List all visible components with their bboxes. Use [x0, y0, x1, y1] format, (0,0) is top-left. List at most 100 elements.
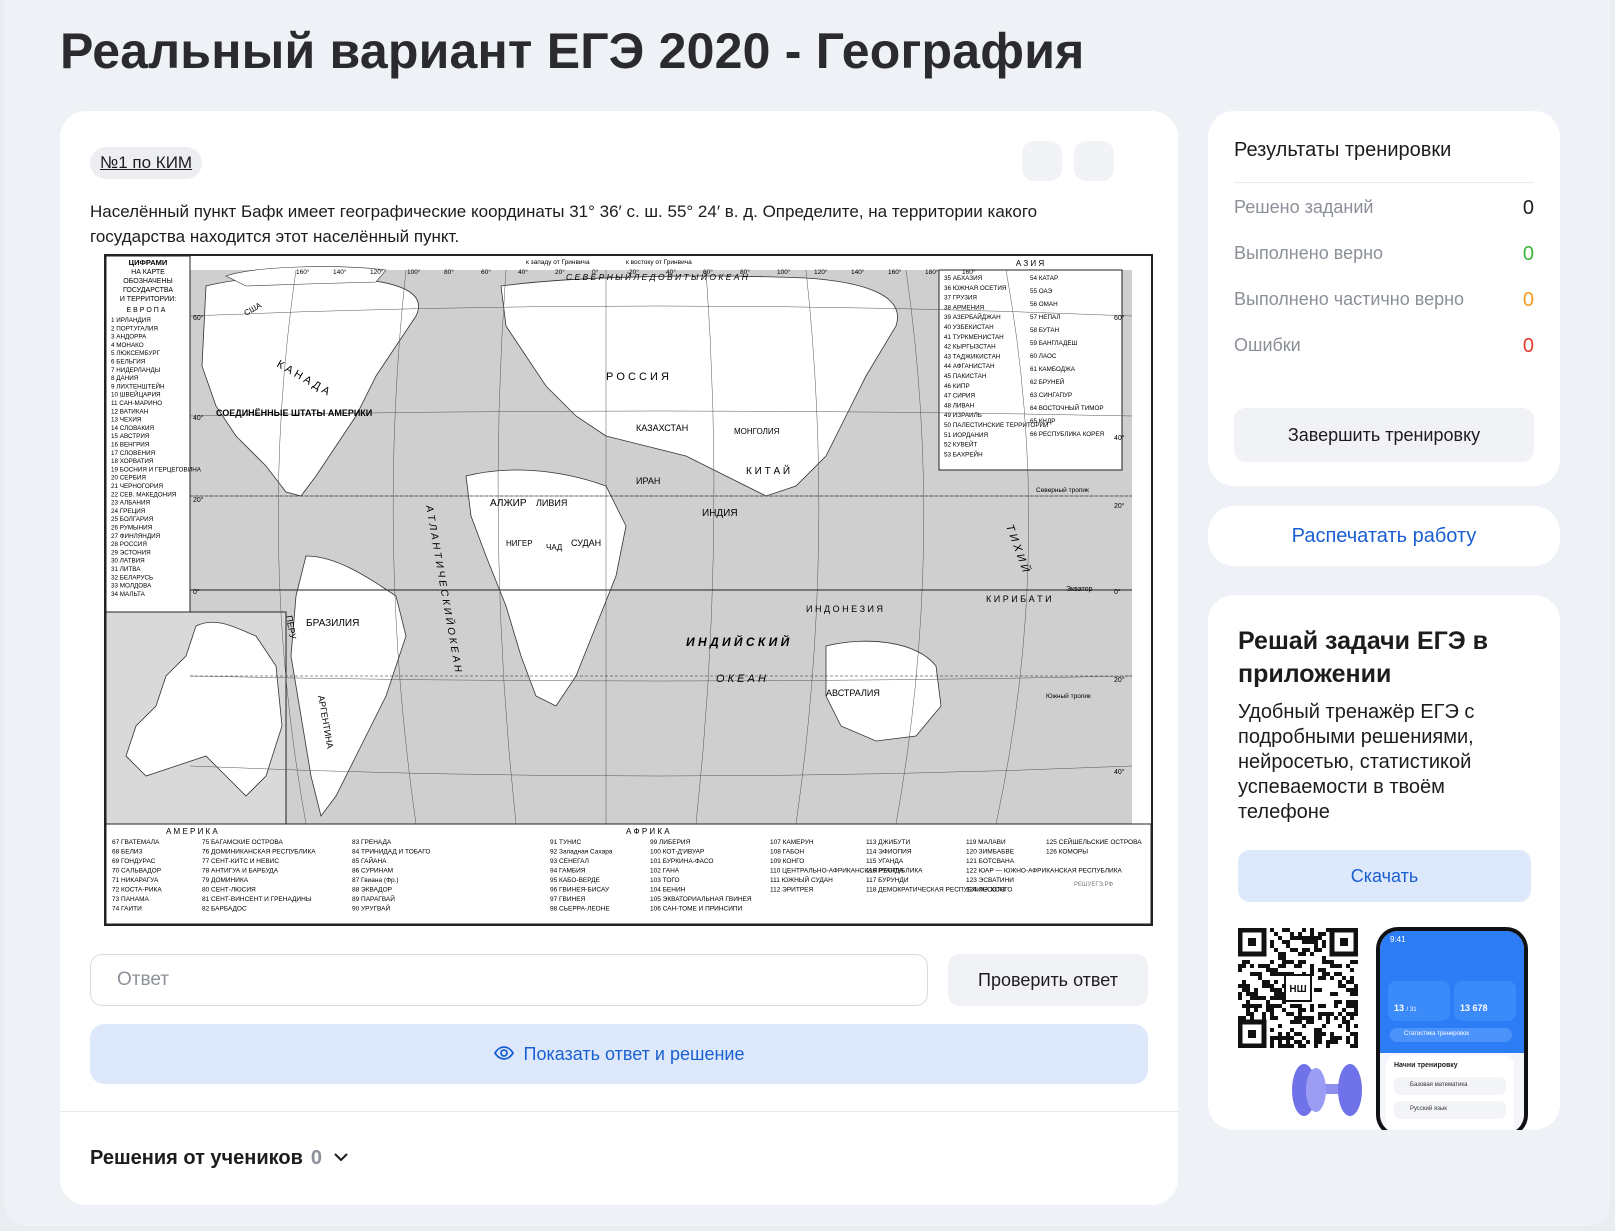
result-value: 0 [1522, 197, 1534, 219]
legend-bottom-item: 92 Западная Сахара [550, 849, 613, 856]
phone-mockup: 9:41 13 / 31 13 678 Статистика тренирово… [1376, 927, 1528, 1130]
legend-europe-item: 5 ЛЮКСЕМБУРГ [111, 350, 161, 357]
legend-europe-item: 19 БОСНИЯ И ГЕРЦЕГОВИНА [111, 466, 202, 473]
result-value: 0 [1522, 335, 1534, 357]
dumbbell-illustration [1278, 1050, 1378, 1130]
australia-label: АВСТРАЛИЯ [826, 688, 880, 698]
brazil-label: БРАЗИЛИЯ [306, 618, 359, 629]
legend-bottom-item: 124 ЛЕСОТО [966, 887, 1006, 894]
legend-europe-item: 2 ПОРТУГАЛИЯ [111, 325, 158, 332]
legend-asia-item: 43 ТАДЖИКИСТАН [944, 353, 1001, 360]
legend-bottom-item: 69 ГОНДУРАС [112, 858, 156, 865]
more-button[interactable] [1074, 141, 1114, 181]
legend-bottom-item: 80 СЕНТ-ЛЮСИЯ [202, 887, 256, 894]
legend-bottom-item: 126 КОМОРЫ [1046, 849, 1088, 856]
eye-icon [493, 1044, 514, 1065]
print-card: Распечатать работу [1208, 506, 1560, 566]
legend-title-5: И ТЕРРИТОРИИ: [120, 296, 176, 303]
legend-asia-item: 53 БАХРЕЙН [944, 449, 983, 458]
iran-label: ИРАН [636, 476, 660, 486]
legend-asia-item: 42 КЫРГЫЗСТАН [944, 344, 996, 351]
legend-europe-item: 6 БЕЛЬГИЯ [111, 359, 146, 366]
print-work-link[interactable]: Распечатать работу [1208, 506, 1560, 566]
kim-number-link[interactable]: №1 по КИМ [90, 147, 203, 179]
page-title: Реальный вариант ЕГЭ 2020 - География [60, 23, 1085, 79]
legend-title-2: НА КАРТЕ [131, 269, 165, 276]
result-label: Выполнено верно [1234, 243, 1384, 263]
answer-input[interactable] [90, 954, 928, 1006]
qr-center-label: НШ [1289, 984, 1306, 995]
legend-bottom-item: 67 ГВАТЕМАЛА [112, 839, 160, 846]
longitude-label: 100° [407, 268, 421, 276]
south-tropic-label: Южный тропик [1046, 692, 1091, 700]
longitude-label: 140° [851, 268, 865, 276]
legend-asia-item: 55 ОАЭ [1030, 288, 1053, 295]
legend-europe-item: 27 ФИНЛЯНДИЯ [111, 533, 161, 540]
legend-europe-item: 31 ЛИТВА [111, 566, 141, 573]
legend-bottom-item: 72 КОСТА-РИКА [112, 887, 162, 894]
bookmark-button[interactable] [1022, 141, 1062, 181]
legend-bottom-item: 111 ЮЖНЫЙ СУДАН [770, 875, 833, 884]
legend-europe-item: 4 МОНАКО [111, 342, 144, 349]
phone-panel-title: Начни тренировку [1394, 1062, 1458, 1069]
legend-bottom-item: 99 ЛИБЕРИЯ [650, 839, 691, 846]
legend-bottom-item: 102 ГАНА [650, 868, 680, 875]
sudan-label: СУДАН [571, 538, 601, 548]
legend-asia-item: 45 ПАКИСТАН [944, 373, 987, 380]
legend-bottom-item: 81 СЕНТ-ВИНСЕНТ И ГРЕНАДИНЫ [202, 896, 312, 903]
legend-bottom-item: 91 ТУНИС [550, 839, 582, 846]
show-solution-label: Показать ответ и решение [523, 1043, 745, 1064]
check-answer-button[interactable]: Проверить ответ [948, 954, 1148, 1006]
latitude-label: 0° [1114, 588, 1121, 596]
india-label: ИНДИЯ [702, 508, 738, 519]
legend-bottom-item: 75 БАГАМСКИЕ ОСТРОВА [202, 839, 283, 846]
legend-europe-item: 14 СЛОВАКИЯ [111, 425, 155, 432]
legend-bottom-item: 68 БЕЛИЗ [112, 849, 143, 856]
student-solutions-label: Решения от учеников [90, 1147, 303, 1169]
legend-europe-item: 11 САН-МАРИНО [111, 400, 162, 407]
legend-bottom-item: 113 ДЖИБУТИ [866, 839, 910, 846]
legend-asia-item: 63 СИНГАПУР [1030, 392, 1072, 399]
legend-asia-item: 48 ЛИВАН [944, 402, 975, 409]
latitude-label: 20° [1114, 502, 1125, 510]
legend-bottom-item: 122 ЮАР — ЮЖНО-АФРИКАНСКАЯ РЕСПУБЛИКА [966, 868, 1122, 875]
latitude-label: 60° [193, 314, 204, 322]
legend-bottom-item: 82 БАРБАДОС [202, 906, 247, 913]
legend-europe-item: 20 СЕРБИЯ [111, 475, 146, 482]
legend-asia-item: 54 КАТАР [1030, 275, 1058, 282]
longitude-label: 160° [888, 268, 902, 276]
legend-bottom-item: 90 УРУГВАЙ [352, 904, 390, 913]
longitude-label: 40° [518, 268, 528, 276]
show-solution-button[interactable]: Показать ответ и решение [90, 1024, 1148, 1084]
legend-bottom-item: 116 РУАНДА [866, 868, 904, 875]
student-solutions-toggle[interactable]: Решения от учеников 0 [90, 1147, 352, 1170]
legend-bottom-item: 77 СЕНТ-КИТС И НЕВИС [202, 858, 279, 865]
legend-asia-item: 51 ИОРДАНИЯ [944, 432, 988, 439]
phone-time: 9:41 [1390, 935, 1406, 944]
indian-ocean-label: И Н Д И Й С К И Й [686, 633, 790, 649]
longitude-label: 20° [555, 268, 565, 276]
legend-asia-item: 46 КИПР [944, 383, 970, 390]
world-political-map: ЦИФРАМИ НА КАРТЕ ОБОЗНАЧЕНЫ ГОСУДАРСТВА … [104, 254, 1153, 926]
legend-europe-item: 25 БОЛГАРИЯ [111, 516, 154, 523]
niger-label: НИГЕР [506, 539, 533, 548]
usa-label: СОЕДИНЁННЫЕ ШТАТЫ АМЕРИКИ [216, 408, 372, 418]
longitude-label: 80° [444, 268, 454, 276]
west-label: к западу от Гринвича [526, 259, 590, 266]
legend-bottom-item: 123 ЭСВАТИНИ [966, 877, 1014, 884]
legend-bottom-item: 103 ТОГО [650, 877, 680, 884]
legend-asia-item: 61 КАМБОДЖА [1030, 366, 1076, 373]
phone-tile-value: 13 [1394, 1003, 1405, 1013]
legend-asia-item: 37 ГРУЗИЯ [944, 295, 977, 302]
legend-bottom-item: 125 СЕЙШЕЛЬСКИЕ ОСТРОВА [1046, 837, 1142, 846]
finish-training-button[interactable]: Завершить тренировку [1234, 408, 1534, 462]
indonesia-label: И Н Д О Н Е З И Я [806, 604, 883, 614]
legend-bottom-item: 101 БУРКИНА-ФАСО [650, 858, 713, 865]
legend-bottom-item: 106 САН-ТОМЕ И ПРИНСИПИ [650, 906, 743, 913]
legend-europe-item: 13 ЧЕХИЯ [111, 417, 142, 424]
legend-asia-item: 40 УЗБЕКИСТАН [944, 324, 994, 331]
download-app-button[interactable]: Скачать [1238, 850, 1531, 902]
africa-heading: А Ф Р И К А [626, 827, 670, 836]
phone-tile-suffix: / 31 [1406, 1007, 1417, 1013]
result-label: Выполнено частично верно [1234, 289, 1465, 309]
